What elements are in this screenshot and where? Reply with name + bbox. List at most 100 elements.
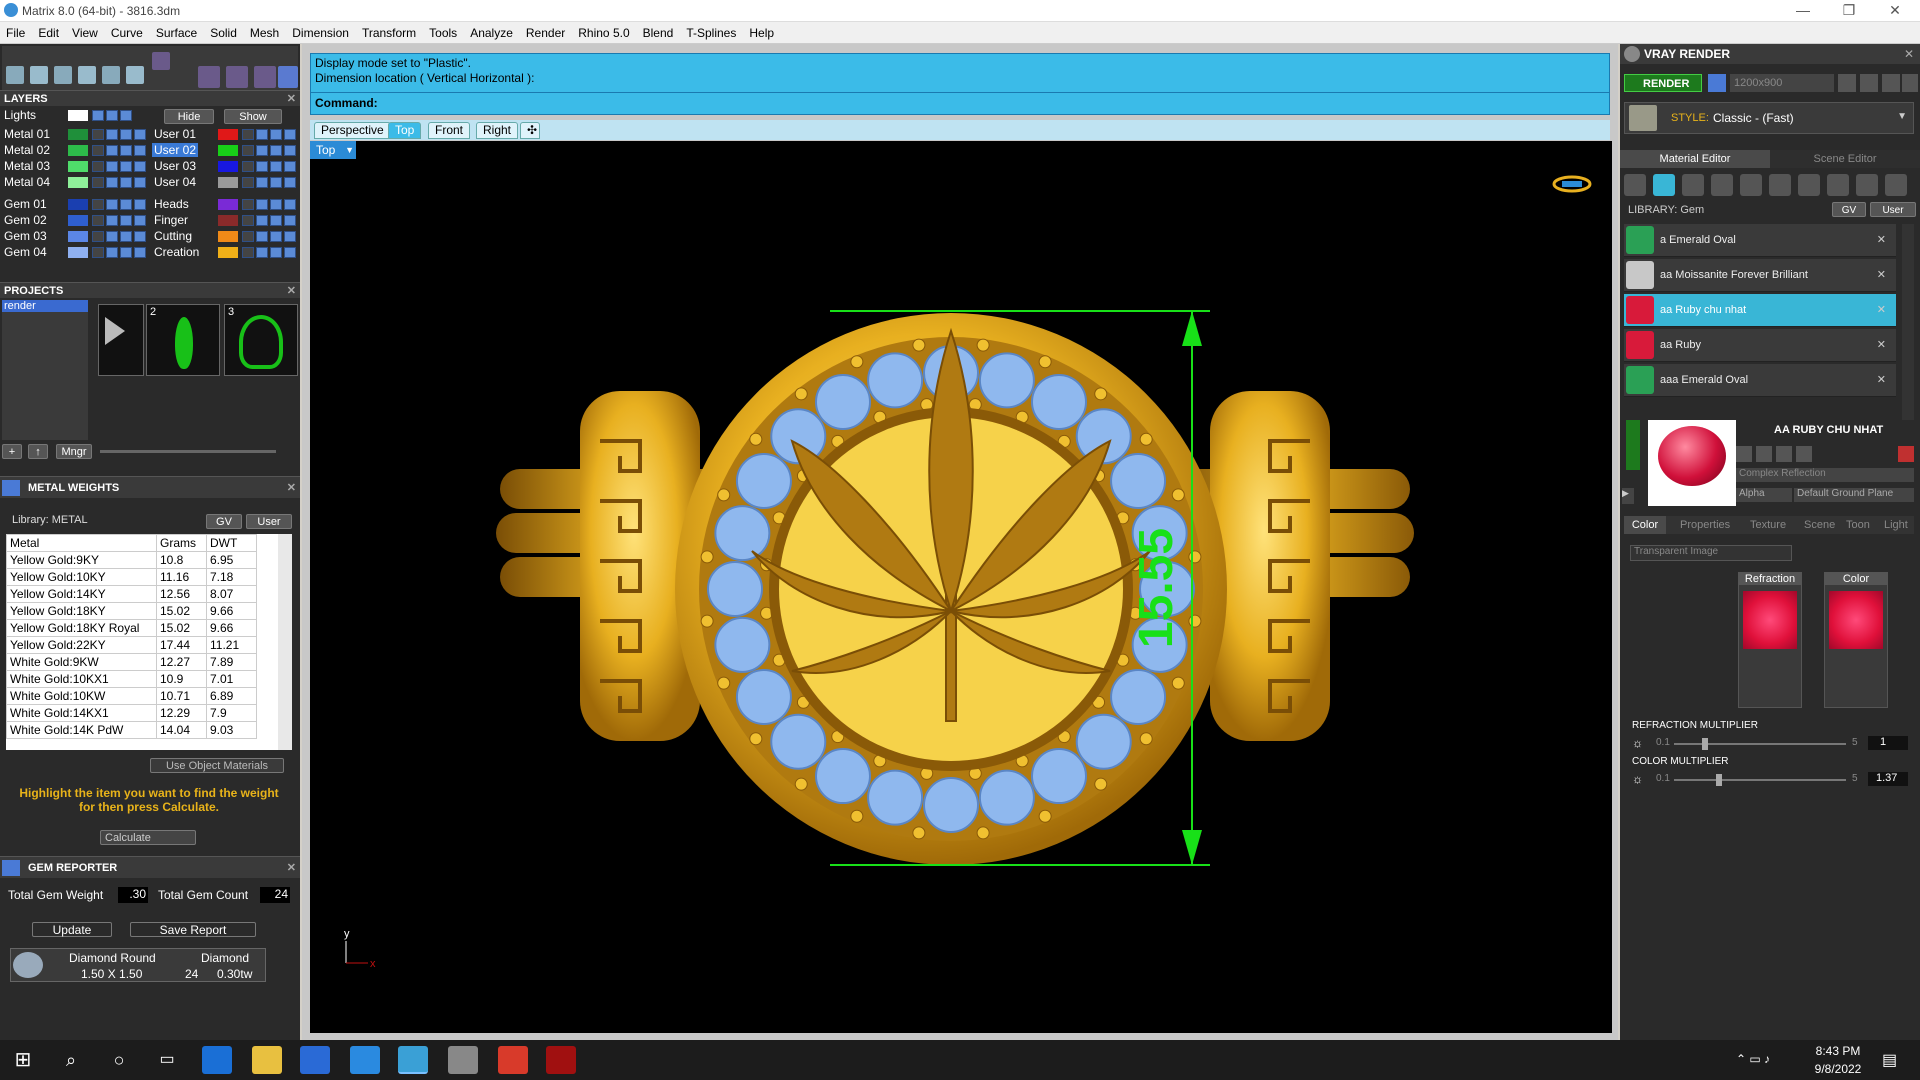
layer-toggle[interactable] bbox=[106, 247, 118, 258]
toolbar-icon[interactable] bbox=[1756, 446, 1772, 462]
clock-time[interactable]: 8:43 PM bbox=[1808, 1044, 1868, 1058]
tool-icon[interactable] bbox=[254, 66, 276, 88]
grid-icon[interactable] bbox=[1769, 174, 1791, 196]
slider-thumb[interactable] bbox=[1701, 738, 1708, 750]
layer-toggle[interactable] bbox=[106, 215, 118, 226]
delete-icon[interactable]: ✕ bbox=[1877, 373, 1886, 386]
expand-icon[interactable] bbox=[1626, 420, 1640, 470]
layer-toggle[interactable] bbox=[256, 129, 268, 140]
user-button[interactable]: User bbox=[1870, 202, 1916, 217]
layer-toggle[interactable] bbox=[256, 247, 268, 258]
tab-top[interactable]: Top bbox=[388, 122, 422, 139]
layer-color-swatch[interactable] bbox=[68, 247, 88, 258]
layer-toggle[interactable] bbox=[284, 215, 296, 226]
layer-toggle[interactable] bbox=[284, 247, 296, 258]
layer-name[interactable]: Heads bbox=[154, 197, 189, 211]
layer-toggle[interactable] bbox=[284, 177, 296, 188]
layer-toggle[interactable] bbox=[270, 161, 282, 172]
layer-toggle[interactable] bbox=[284, 129, 296, 140]
menu-blend[interactable]: Blend bbox=[643, 26, 674, 40]
command-prompt[interactable]: Command: bbox=[315, 96, 378, 110]
menu-surface[interactable]: Surface bbox=[156, 26, 197, 40]
layer-name[interactable]: Metal 04 bbox=[4, 175, 50, 189]
table-row[interactable]: Yellow Gold:22KY 17.44 11.21 bbox=[6, 636, 257, 654]
toolbar-icon[interactable] bbox=[1796, 446, 1812, 462]
file-explorer-icon[interactable] bbox=[252, 1046, 282, 1074]
layer-color-swatch[interactable] bbox=[218, 247, 238, 258]
layer-toggle[interactable] bbox=[242, 129, 254, 140]
toolbar-icon[interactable] bbox=[1882, 74, 1900, 92]
save-report-button[interactable]: Save Report bbox=[130, 922, 256, 937]
ground-select[interactable]: Default Ground Plane bbox=[1794, 488, 1914, 502]
tool-icon[interactable] bbox=[226, 66, 248, 88]
table-row[interactable]: Yellow Gold:10KY 11.16 7.18 bbox=[6, 568, 257, 586]
layer-toggle[interactable] bbox=[120, 199, 132, 210]
layer-toggle[interactable] bbox=[120, 247, 132, 258]
brush-icon[interactable] bbox=[1827, 174, 1849, 196]
subtab-texture[interactable]: Texture bbox=[1750, 519, 1786, 531]
layer-toggle[interactable] bbox=[256, 215, 268, 226]
layer-toggle[interactable] bbox=[242, 247, 254, 258]
square-icon[interactable] bbox=[1711, 174, 1733, 196]
table-row[interactable]: Yellow Gold:18KY 15.02 9.66 bbox=[6, 602, 257, 620]
layer-color-swatch[interactable] bbox=[68, 161, 88, 172]
layer-color-swatch[interactable] bbox=[218, 231, 238, 242]
tab-front[interactable]: Front bbox=[428, 122, 471, 139]
material-item[interactable]: a Emerald Oval ✕ bbox=[1624, 224, 1896, 257]
menu-render[interactable]: Render bbox=[526, 26, 565, 40]
color-value[interactable]: 1.37 bbox=[1868, 772, 1908, 786]
up-project-button[interactable]: ↑ bbox=[28, 444, 48, 459]
store-icon[interactable] bbox=[300, 1046, 330, 1074]
project-item[interactable]: render bbox=[2, 300, 88, 312]
sphere-icon[interactable] bbox=[1682, 174, 1704, 196]
use-object-materials-toggle[interactable]: Use Object Materials bbox=[150, 758, 284, 773]
transparent-select[interactable]: Transparent Image bbox=[1630, 545, 1792, 561]
material-item-selected[interactable]: aa Ruby chu nhat ✕ bbox=[1624, 294, 1896, 327]
layer-toggle[interactable] bbox=[120, 145, 132, 156]
tool-icon[interactable] bbox=[152, 52, 170, 70]
layer-toggle[interactable] bbox=[134, 199, 146, 210]
mail-icon[interactable] bbox=[350, 1046, 380, 1074]
layer-toggle[interactable] bbox=[270, 247, 282, 258]
layer-toggle[interactable] bbox=[92, 231, 104, 242]
layer-toggle[interactable] bbox=[242, 177, 254, 188]
top-viewport[interactable]: 15.55 y x bbox=[310, 141, 1612, 1033]
update-button[interactable]: Update bbox=[32, 922, 112, 937]
tray-icons[interactable]: ⌃ ▭ ♪ bbox=[1736, 1052, 1770, 1066]
layer-toggle[interactable] bbox=[256, 145, 268, 156]
search-icon[interactable]: ⌕ bbox=[56, 1046, 86, 1074]
layer-name[interactable]: Gem 02 bbox=[4, 213, 47, 227]
layer-toggle[interactable] bbox=[242, 231, 254, 242]
layer-toggle[interactable] bbox=[120, 215, 132, 226]
hide-button[interactable]: Hide bbox=[164, 109, 214, 124]
layer-toggle[interactable] bbox=[256, 177, 268, 188]
gv-button[interactable]: GV bbox=[1832, 202, 1866, 217]
calculate-button[interactable]: Calculate bbox=[100, 830, 196, 845]
close-icon[interactable]: ✕ bbox=[287, 91, 296, 107]
menu-curve[interactable]: Curve bbox=[111, 26, 143, 40]
layer-toggle[interactable] bbox=[134, 177, 146, 188]
subtab-light[interactable]: Light bbox=[1884, 519, 1908, 531]
layer-toggle[interactable] bbox=[106, 161, 118, 172]
tab-right[interactable]: Right bbox=[476, 122, 519, 139]
layer-color-swatch[interactable] bbox=[218, 129, 238, 140]
layer-name[interactable]: Metal 03 bbox=[4, 159, 50, 173]
paint-icon[interactable] bbox=[1856, 174, 1878, 196]
windows-start-icon[interactable]: ⊞ bbox=[8, 1046, 38, 1074]
layer-toggle[interactable] bbox=[92, 215, 104, 226]
layer-toggle[interactable] bbox=[92, 247, 104, 258]
layer-toggle[interactable] bbox=[242, 215, 254, 226]
layer-toggle[interactable] bbox=[270, 231, 282, 242]
layer-name[interactable]: Cutting bbox=[154, 229, 192, 243]
show-button[interactable]: Show bbox=[224, 109, 282, 124]
slider-thumb[interactable] bbox=[1715, 774, 1722, 786]
layer-name[interactable]: Metal 01 bbox=[4, 127, 50, 141]
close-button[interactable]: ✕ bbox=[1872, 0, 1918, 22]
layer-color-swatch[interactable] bbox=[218, 161, 238, 172]
style-select[interactable]: STYLE: Classic - (Fast) ▼ bbox=[1624, 102, 1914, 134]
menu-solid[interactable]: Solid bbox=[210, 26, 237, 40]
gem-icon[interactable] bbox=[1653, 174, 1675, 196]
material-item[interactable]: aa Ruby ✕ bbox=[1624, 329, 1896, 362]
manager-button[interactable]: Mngr bbox=[56, 444, 92, 459]
layer-toggle[interactable] bbox=[106, 145, 118, 156]
